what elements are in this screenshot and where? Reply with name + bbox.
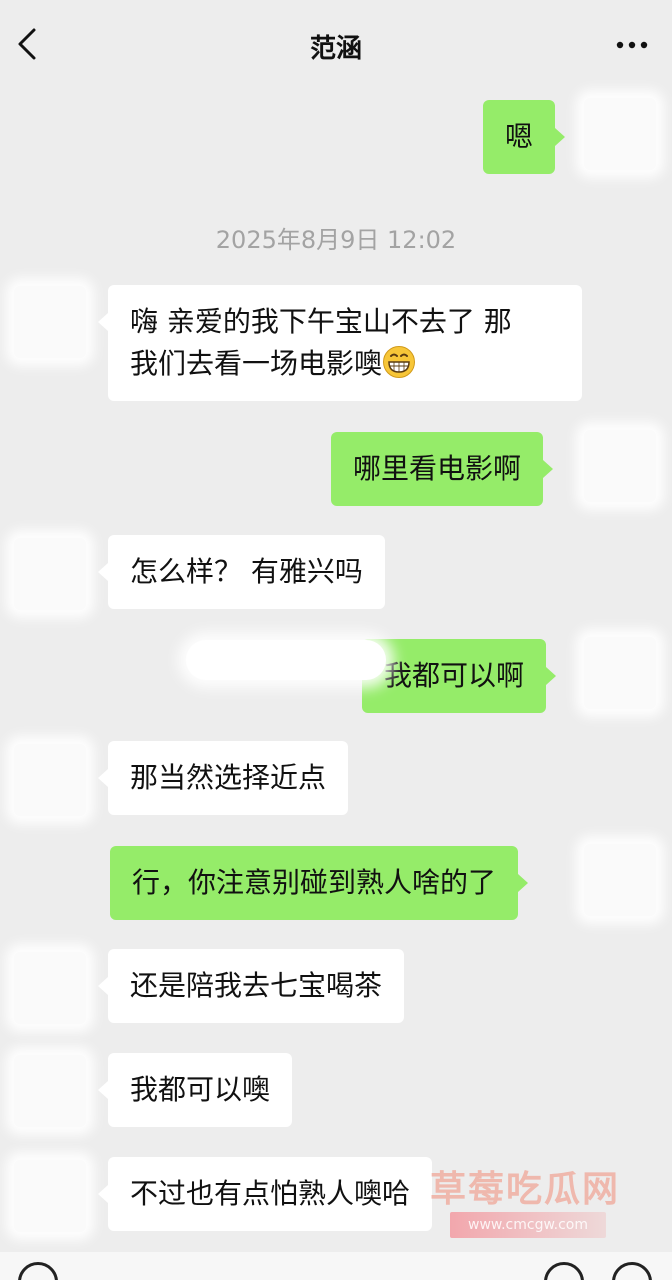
avatar-contact-redacted[interactable] [14, 952, 86, 1024]
outgoing-message[interactable]: 哪里看电影啊 [331, 432, 554, 506]
avatar-self-redacted[interactable] [584, 430, 656, 502]
grinning-face-emoji [383, 346, 416, 378]
incoming-message[interactable]: 怎么样？ 有雅兴吗 [98, 535, 385, 609]
outgoing-message[interactable]: 行，你注意别碰到熟人啥的了 [110, 846, 529, 920]
message-text: 我们去看一场电影噢 [130, 347, 383, 380]
avatar-self-redacted[interactable] [584, 637, 656, 709]
incoming-message[interactable]: 不过也有点怕熟人噢哈 [97, 1157, 433, 1231]
message-line: 嗨 亲爱的我下午宝山不去了 那 [130, 305, 512, 338]
site-watermark-url: www.cmcgw.com [450, 1212, 606, 1238]
more-dots-icon[interactable] [612, 30, 652, 60]
redaction-blur [186, 640, 386, 680]
avatar-contact-redacted[interactable] [14, 538, 86, 610]
incoming-message[interactable]: 还是陪我去七宝喝茶 [97, 949, 405, 1023]
outgoing-message[interactable]: 我都可以啊 [362, 639, 557, 713]
incoming-message[interactable]: 我都可以噢 [97, 1053, 293, 1127]
chat-title: 范涵 [309, 34, 362, 64]
avatar-contact-redacted[interactable] [14, 1055, 86, 1127]
avatar-contact-redacted[interactable] [14, 1160, 86, 1232]
chat-header: 范涵 [0, 0, 672, 90]
outgoing-message[interactable]: 嗯 [483, 100, 566, 174]
emoji-icon[interactable] [544, 1262, 584, 1280]
avatar-contact-redacted[interactable] [14, 744, 86, 816]
site-watermark: 草莓吃瓜网 [430, 1169, 621, 1210]
chat-timestamp: 2025年8月9日 12:02 [215, 226, 457, 254]
add-icon[interactable] [612, 1262, 652, 1280]
voice-icon[interactable] [18, 1262, 58, 1280]
incoming-message[interactable]: 那当然选择近点 [97, 741, 349, 815]
message-line: 我们去看一场电影噢 [130, 343, 560, 385]
avatar-self-redacted[interactable] [584, 844, 656, 916]
incoming-message[interactable]: 嗨 亲爱的我下午宝山不去了 那 我们去看一场电影噢 [98, 285, 582, 401]
avatar-self-redacted[interactable] [584, 98, 656, 170]
avatar-contact-redacted[interactable] [14, 286, 86, 358]
input-toolbar [0, 1252, 672, 1280]
